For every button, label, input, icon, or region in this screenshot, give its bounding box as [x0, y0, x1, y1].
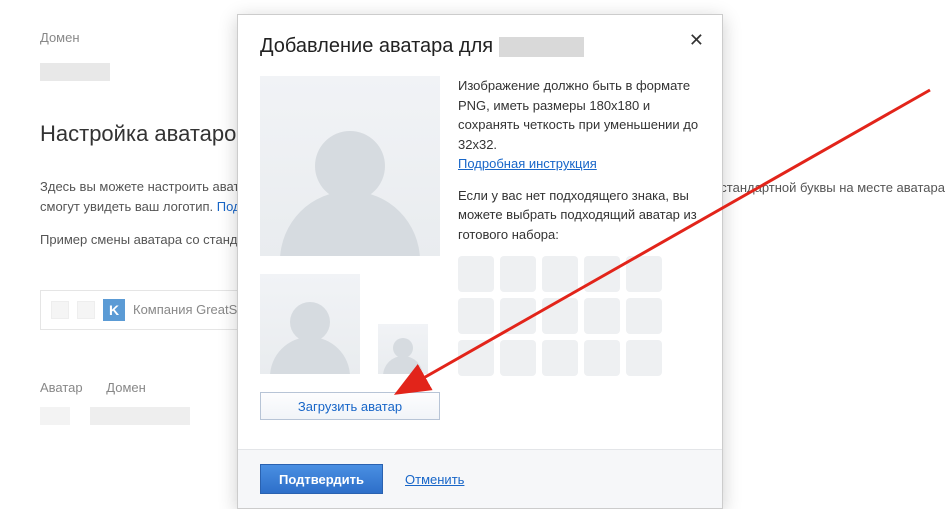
cancel-link[interactable]: Отменить [405, 472, 464, 487]
preset-hint: Если у вас нет подходящего знака, вы мож… [458, 186, 700, 245]
preset-avatar[interactable] [542, 298, 578, 334]
avatar-preview-sizes [260, 274, 440, 374]
preset-avatar[interactable] [500, 298, 536, 334]
preset-avatar[interactable] [584, 256, 620, 292]
preset-avatar[interactable] [626, 256, 662, 292]
avatar-preview-large [260, 76, 440, 256]
preview-column: Загрузить аватар [260, 76, 440, 420]
instructions-text: Изображение должно быть в формате PNG, и… [458, 78, 698, 152]
confirm-button[interactable]: Подтвердить [260, 464, 383, 494]
modal-header: Добавление аватара для ✕ [238, 15, 722, 68]
preset-avatar[interactable] [458, 256, 494, 292]
format-instructions: Изображение должно быть в формате PNG, и… [458, 76, 700, 174]
avatar-preview-medium [260, 274, 360, 374]
info-column: Изображение должно быть в формате PNG, и… [458, 76, 700, 420]
modal-footer: Подтвердить Отменить [238, 449, 722, 508]
placeholder-body-icon [280, 191, 420, 256]
preset-avatars-grid [458, 256, 700, 376]
preset-avatar[interactable] [500, 340, 536, 376]
avatar-preview-small [378, 324, 428, 374]
preset-avatar[interactable] [626, 298, 662, 334]
close-icon[interactable]: ✕ [689, 31, 704, 49]
modal-overlay: Добавление аватара для ✕ [0, 0, 945, 509]
preset-avatar[interactable] [626, 340, 662, 376]
preset-avatar[interactable] [458, 298, 494, 334]
preset-avatar[interactable] [584, 340, 620, 376]
preset-avatar[interactable] [458, 340, 494, 376]
modal-body: Загрузить аватар Изображение должно быть… [238, 68, 722, 430]
modal-title-redacted [499, 37, 584, 57]
preset-avatar[interactable] [542, 256, 578, 292]
add-avatar-modal: Добавление аватара для ✕ [237, 14, 723, 509]
modal-title: Добавление аватара для [260, 35, 700, 58]
detailed-instructions-link[interactable]: Подробная инструкция [458, 156, 597, 171]
preset-avatar[interactable] [542, 340, 578, 376]
modal-title-text: Добавление аватара для [260, 35, 493, 58]
upload-avatar-button[interactable]: Загрузить аватар [260, 392, 440, 420]
preset-avatar[interactable] [500, 256, 536, 292]
preset-avatar[interactable] [584, 298, 620, 334]
